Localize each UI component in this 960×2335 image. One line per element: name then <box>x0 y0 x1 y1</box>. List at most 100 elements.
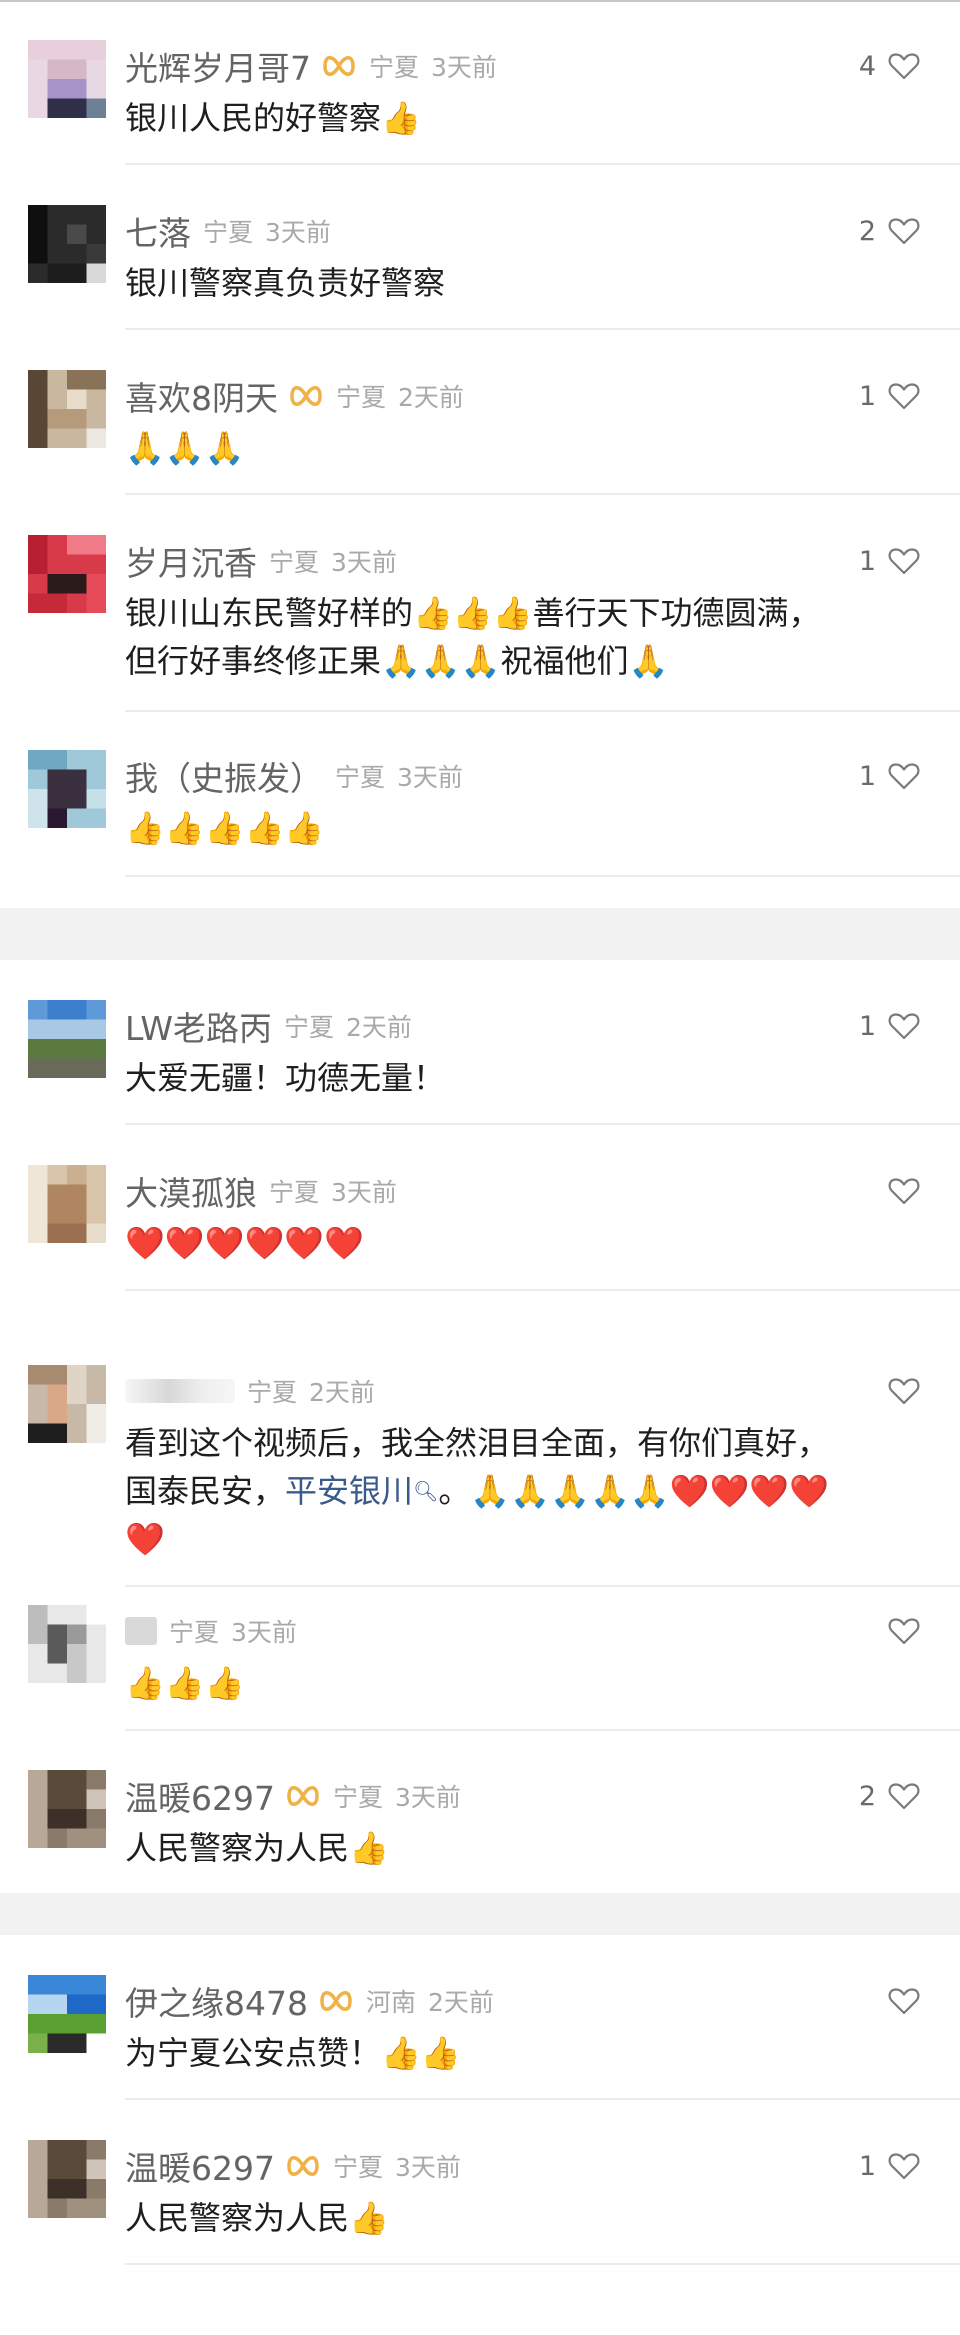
comment-text: 🙏🙏🙏 <box>125 429 245 467</box>
like-count: 1 <box>858 1010 876 1042</box>
avatar[interactable] <box>28 2140 106 2218</box>
timestamp: 3天前 <box>395 1783 461 1812</box>
like-button[interactable] <box>876 1979 920 2023</box>
like-button[interactable]: 2 <box>859 1774 920 1818</box>
username[interactable]: 岁月沉香 <box>125 537 257 585</box>
divider <box>125 1585 960 1587</box>
divider <box>125 710 960 712</box>
region: 宁夏 <box>336 383 387 412</box>
comment-text: 银川人民的好警察👍 <box>125 99 421 137</box>
username[interactable]: 我（史振发） <box>125 752 323 800</box>
section-separator <box>0 1893 960 1935</box>
timestamp: 3天前 <box>331 1178 397 1207</box>
divider <box>125 163 960 165</box>
like-button[interactable] <box>876 1369 920 1413</box>
divider <box>125 1123 960 1125</box>
comment-text: 人民警察为人民👍 <box>125 2199 389 2237</box>
fan-badge-icon <box>285 1781 321 1811</box>
avatar[interactable] <box>28 535 106 613</box>
avatar[interactable] <box>28 1000 106 1078</box>
like-button[interactable]: 2 <box>859 209 920 253</box>
comment-header: 伊之缘8478 河南 2天前 <box>125 1979 494 2023</box>
avatar[interactable] <box>28 750 106 828</box>
comment-text: 人民警察为人民👍 <box>125 1829 389 1867</box>
region: 宁夏 <box>169 1618 220 1647</box>
like-button[interactable]: 4 <box>859 44 920 88</box>
avatar[interactable] <box>28 370 106 448</box>
fan-badge-icon <box>321 51 357 81</box>
like-count: 1 <box>858 545 876 577</box>
fan-badge-icon <box>318 1986 354 2016</box>
like-count: 1 <box>858 2150 876 2182</box>
fan-badge-icon <box>288 381 324 411</box>
avatar[interactable] <box>28 1165 106 1243</box>
username-obscured[interactable] <box>125 1379 235 1403</box>
search-icon: 🔍︎ <box>413 1479 439 1503</box>
avatar[interactable] <box>28 1365 106 1443</box>
username[interactable]: 温暖6297 <box>125 1772 275 1820</box>
like-button[interactable]: 1 <box>859 539 920 583</box>
heart-outline-icon <box>888 546 920 576</box>
like-button[interactable]: 1 <box>859 2144 920 2188</box>
comment-text: 银川警察真负责好警察 <box>125 264 446 302</box>
divider <box>125 1729 960 1731</box>
username[interactable]: 伊之缘8478 <box>125 1977 308 2025</box>
topic-link[interactable]: 平安银川 <box>285 1472 413 1510</box>
username[interactable]: 温暖6297 <box>125 2142 275 2190</box>
comment-text: 银川山东民警好样的👍👍👍善行天下功德圆满， 但行好事终修正果🙏🙏🙏祝福他们🙏 <box>125 594 821 680</box>
divider <box>125 493 960 495</box>
timestamp: 2天前 <box>346 1013 412 1042</box>
region: 河南 <box>365 1988 416 2017</box>
timestamp: 3天前 <box>231 1618 297 1647</box>
username[interactable]: LW老路丙 <box>125 1002 272 1050</box>
region: 宁夏 <box>247 1378 298 1407</box>
username-obscured[interactable] <box>125 1617 157 1645</box>
like-count: 2 <box>858 1780 876 1812</box>
like-count: 2 <box>858 215 876 247</box>
heart-outline-icon <box>888 51 920 81</box>
comment-text: 👍👍👍👍👍 <box>125 809 325 847</box>
comment-header: LW老路丙 宁夏 2天前 <box>125 1004 412 1048</box>
comment-header: 宁夏 2天前 <box>125 1369 375 1413</box>
heart-outline-icon <box>888 216 920 246</box>
comments-screen: { "comments": [ {"user": "光辉岁月哥7", "regi… <box>0 0 960 2335</box>
heart-outline-icon <box>888 1376 920 1406</box>
avatar[interactable] <box>28 1605 106 1683</box>
username[interactable]: 大漠孤狼 <box>125 1167 257 1215</box>
comment-header: 七落 宁夏 3天前 <box>125 209 331 253</box>
heart-outline-icon <box>888 761 920 791</box>
comment-header: 大漠孤狼 宁夏 3天前 <box>125 1169 397 1213</box>
like-button[interactable]: 1 <box>859 754 920 798</box>
like-button[interactable]: 1 <box>859 374 920 418</box>
comment-text: 大爱无疆！功德无量！ <box>125 1059 446 1097</box>
username[interactable]: 喜欢8阴天 <box>125 372 278 420</box>
like-button[interactable]: 1 <box>859 1004 920 1048</box>
timestamp: 3天前 <box>265 218 331 247</box>
like-button[interactable] <box>876 1169 920 1213</box>
like-count: 1 <box>858 760 876 792</box>
avatar[interactable] <box>28 40 106 118</box>
heart-outline-icon <box>888 1781 920 1811</box>
region: 宁夏 <box>284 1013 335 1042</box>
timestamp: 2天前 <box>428 1988 494 2017</box>
like-button[interactable] <box>876 1609 920 1653</box>
avatar[interactable] <box>28 1770 106 1848</box>
region: 宁夏 <box>332 2153 383 2182</box>
heart-outline-icon <box>888 1011 920 1041</box>
fan-badge-icon <box>285 2151 321 2181</box>
comment-header: 宁夏 3天前 <box>125 1609 297 1653</box>
avatar[interactable] <box>28 205 106 283</box>
timestamp: 3天前 <box>331 548 397 577</box>
comment-header: 温暖6297 宁夏 3天前 <box>125 2144 461 2188</box>
timestamp: 3天前 <box>395 2153 461 2182</box>
comment-header: 光辉岁月哥7 宁夏 3天前 <box>125 44 497 88</box>
avatar[interactable] <box>28 1975 106 2053</box>
top-border <box>0 0 960 2</box>
comment-text: ❤️❤️❤️❤️❤️❤️ <box>125 1224 365 1262</box>
timestamp: 2天前 <box>309 1378 375 1407</box>
comment-header: 我（史振发） 宁夏 3天前 <box>125 754 463 798</box>
region: 宁夏 <box>269 1178 320 1207</box>
username[interactable]: 光辉岁月哥7 <box>125 42 311 90</box>
comment-header: 喜欢8阴天 宁夏 2天前 <box>125 374 464 418</box>
username[interactable]: 七落 <box>125 207 191 255</box>
